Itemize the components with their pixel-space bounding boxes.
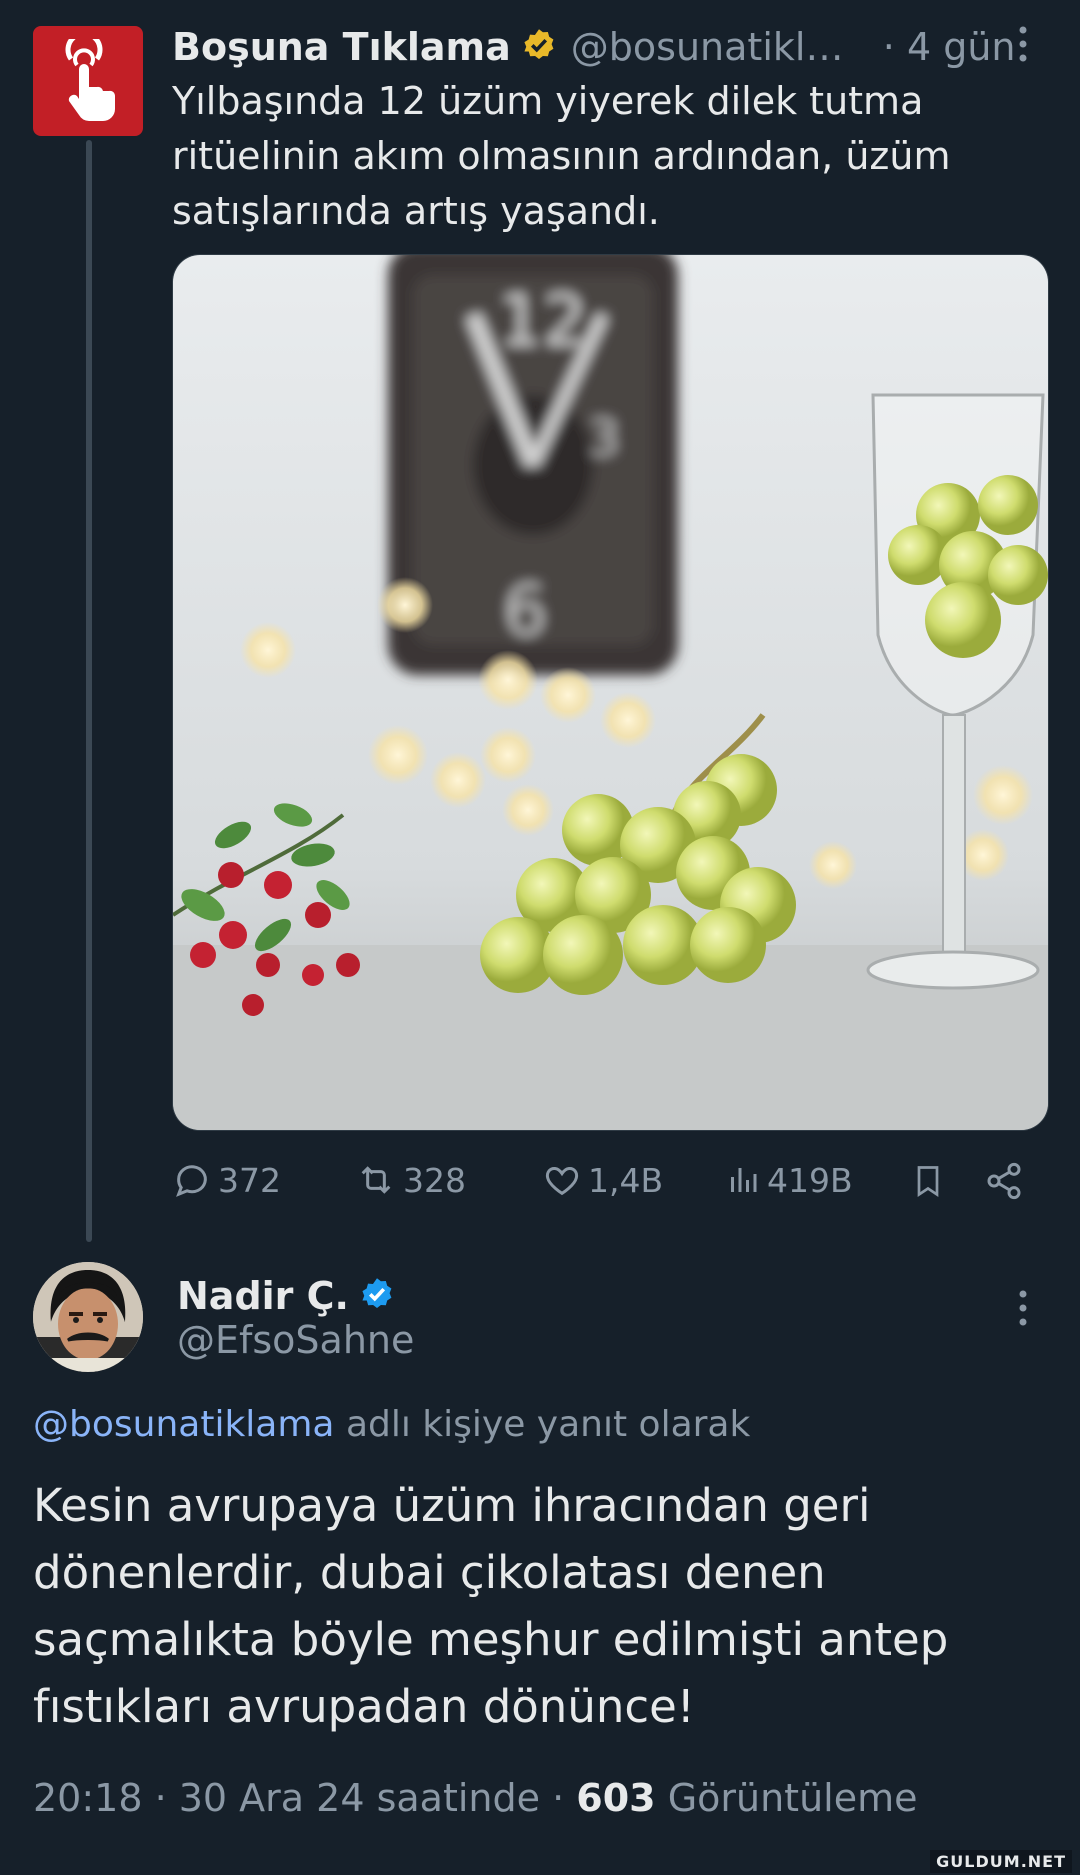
reply-icon [176, 1165, 207, 1197]
retweet-icon [361, 1166, 391, 1194]
verified-blue-icon [359, 1276, 395, 1316]
views-label: Görüntüleme [667, 1776, 918, 1820]
retweet-count: 328 [403, 1160, 466, 1200]
svg-text:12: 12 [498, 280, 587, 362]
more-icon[interactable] [1013, 1288, 1033, 1335]
share-icon [987, 1162, 1021, 1200]
verified-gold-icon [521, 27, 557, 67]
reply-button[interactable]: 372 [172, 1160, 281, 1200]
reply-count: 372 [218, 1160, 281, 1200]
views-count: 419B [767, 1160, 853, 1200]
svg-text:6: 6 [503, 570, 548, 652]
tweet-meta: 20:18 · 30 Ara 24 saatinde · 603 Görüntü… [33, 1770, 918, 1826]
hand-pointer-icon [65, 39, 116, 121]
views-icon [731, 1168, 757, 1192]
grapes-clock-image: 12 6 3 [173, 255, 1048, 1130]
thread-connector [86, 140, 92, 1242]
author-handle[interactable]: @EfsoSahne [177, 1312, 414, 1368]
tweet-time[interactable]: · 4 gün [883, 25, 1016, 69]
replying-to: @bosunatiklama adlı kişiye yanıt olarak [33, 1400, 750, 1450]
reply-to-label: adlı kişiye yanıt olarak [345, 1404, 751, 1445]
avatar[interactable] [33, 1262, 143, 1372]
reply-mention-link[interactable]: @bosunatiklama [33, 1404, 334, 1445]
bookmark-icon [917, 1166, 939, 1198]
author-name[interactable]: Boşuna Tıklama [172, 25, 511, 69]
author-handle[interactable]: @bosunatikla... [571, 25, 861, 69]
more-icon[interactable] [1013, 24, 1033, 71]
like-count: 1,4B [588, 1160, 664, 1200]
timestamp[interactable]: 20:18 · 30 Ara 24 saatinde · [33, 1776, 564, 1820]
tweet-photo[interactable]: 12 6 3 [172, 254, 1049, 1131]
share-button[interactable] [984, 1160, 1030, 1202]
bookmark-button[interactable] [910, 1160, 952, 1202]
watermark: GULDUM.NET [930, 1850, 1072, 1873]
tweet-header: Boşuna Tıklama @bosunatikla... · 4 gün [172, 20, 1042, 74]
like-icon [545, 1166, 579, 1196]
svg-text:3: 3 [588, 409, 620, 467]
views-count: 603 [576, 1776, 656, 1820]
tweet-text: Yılbaşında 12 üzüm yiyerek dilek tutma r… [172, 79, 951, 233]
avatar[interactable] [33, 26, 143, 136]
reply-text: Kesin avrupaya üzüm ihracından geri döne… [33, 1479, 949, 1733]
retweet-button[interactable]: 328 [355, 1160, 466, 1200]
tweet-actions: 372 328 1,4B 419B [172, 1160, 1032, 1204]
views-button[interactable]: 419B [725, 1160, 853, 1200]
like-button[interactable]: 1,4B [542, 1160, 663, 1200]
profile-photo [33, 1262, 143, 1372]
